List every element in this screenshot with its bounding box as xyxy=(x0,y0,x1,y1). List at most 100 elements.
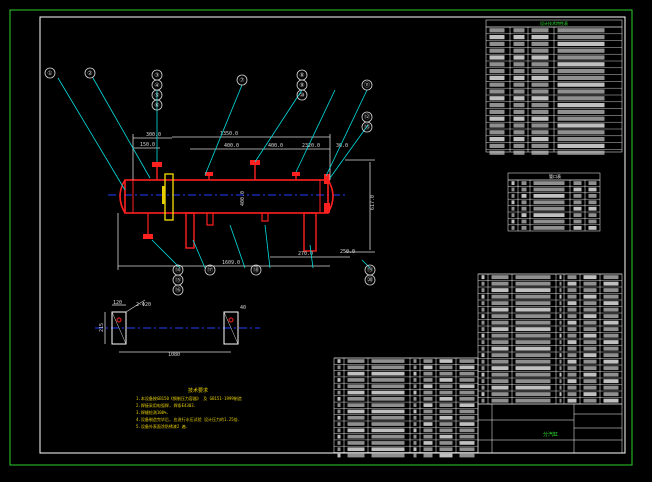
parts-right-row-cell xyxy=(583,275,597,280)
nozzle-table-row-cell xyxy=(533,226,565,230)
design-table-row-cell xyxy=(513,82,525,87)
balloon-1: ① xyxy=(47,70,52,77)
nozzle-table-row-cell xyxy=(521,181,527,185)
top-nozzle-3 xyxy=(250,160,260,165)
parts-right-row-cell xyxy=(515,320,551,325)
parts-left-row-cell xyxy=(423,365,433,370)
parts-right-row-cell xyxy=(583,385,597,390)
design-table-row-cell xyxy=(513,143,525,148)
design-table-row-cell xyxy=(531,35,549,40)
nozzle-table-row-cell xyxy=(573,213,582,217)
parts-left-row-cell xyxy=(459,403,475,407)
parts-left-row-cell xyxy=(413,453,417,458)
dim-1609: 1609.0 xyxy=(222,260,240,266)
nozzle-table-row-cell xyxy=(588,194,597,198)
parts-right-row-cell xyxy=(559,372,562,377)
balloon-10: ⑩ xyxy=(299,92,304,99)
design-table-row-cell xyxy=(557,96,605,101)
parts-right-row-cell xyxy=(491,346,509,351)
nozzle-table-row-cell xyxy=(533,187,565,192)
parts-right-row-cell xyxy=(481,385,485,390)
note-1: 1.本设备按GB150《钢制压力容器》 及 GB151-1999制造 xyxy=(136,395,242,401)
parts-right-row-cell xyxy=(603,294,619,299)
parts-right-row-cell xyxy=(491,392,509,397)
design-table-row-cell xyxy=(557,62,605,67)
parts-left-row-cell xyxy=(439,434,453,439)
design-table-row-cell xyxy=(513,103,525,108)
parts-right-row-cell xyxy=(559,288,562,293)
nozzle-table-row-cell xyxy=(533,219,565,224)
parts-left-row-cell xyxy=(337,384,341,389)
parts-right-row-cell xyxy=(567,385,577,390)
nozzle-table-row-cell xyxy=(521,226,527,230)
parts-right-row-cell xyxy=(567,379,577,384)
balloon-13: ⑬ xyxy=(364,123,370,131)
parts-right-row-cell xyxy=(481,275,485,280)
parts-right-row-cell xyxy=(491,294,509,299)
parts-left-row-cell xyxy=(347,390,365,395)
bottom-pipe-1 xyxy=(185,212,195,249)
parts-left-row-cell xyxy=(371,415,405,420)
parts-left-row-cell xyxy=(423,384,433,389)
balloon-2: ② xyxy=(87,70,92,77)
parts-right-row-cell xyxy=(559,346,562,351)
design-table-row-cell xyxy=(557,109,605,114)
parts-right-row-cell xyxy=(559,301,562,306)
parts-left-row-cell xyxy=(439,409,453,414)
parts-left-row-cell xyxy=(459,434,475,439)
balloon-16: ⑯ xyxy=(175,286,181,294)
design-table-row-cell xyxy=(489,137,505,142)
dim-215: 215 xyxy=(99,323,105,332)
design-table-row-cell xyxy=(557,48,605,53)
parts-left-row-cell xyxy=(337,390,341,395)
parts-right-row-cell xyxy=(481,379,485,384)
parts-left-row-cell xyxy=(347,422,365,426)
parts-left-row-cell xyxy=(439,384,453,389)
title-block xyxy=(477,403,623,454)
parts-right-row-cell xyxy=(603,314,619,319)
parts-left-row-cell xyxy=(423,359,433,363)
parts-left-row-cell xyxy=(413,365,417,370)
notes-heading: 技术要求 xyxy=(188,387,208,394)
balloon-5: ⑤ xyxy=(154,92,159,99)
parts-right-row-cell xyxy=(481,353,485,358)
parts-left-row-cell xyxy=(413,441,417,445)
design-table-row-cell xyxy=(557,116,605,121)
parts-right-row-cell xyxy=(481,366,485,371)
parts-right-row-cell xyxy=(567,314,577,319)
nozzle-table-row-cell xyxy=(588,226,597,230)
parts-right-row-cell xyxy=(567,275,577,280)
parts-right-row-cell xyxy=(515,275,551,280)
design-table-row-cell xyxy=(531,69,549,74)
parts-left-row-cell xyxy=(413,447,417,452)
parts-right-row-cell xyxy=(583,288,597,293)
parts-right-row-cell xyxy=(559,385,562,390)
parts-right-row-cell xyxy=(515,372,551,377)
parts-right-row-cell xyxy=(567,340,577,345)
dim-400-a: 400.0 xyxy=(224,143,239,149)
parts-right-row-cell xyxy=(567,307,577,312)
parts-right-row-cell xyxy=(491,366,509,371)
design-table-row-cell xyxy=(489,123,505,128)
parts-right-row-cell xyxy=(481,372,485,377)
parts-right-row-cell xyxy=(603,333,619,338)
parts-right-row-cell xyxy=(515,340,551,345)
parts-left-row-cell xyxy=(423,441,433,445)
parts-right-row-cell xyxy=(583,379,597,384)
parts-right-row-cell xyxy=(567,327,577,332)
design-table-row-cell xyxy=(531,96,549,101)
dim-150-left: 150.0 xyxy=(140,142,155,148)
design-table-row-cell xyxy=(557,69,605,74)
design-table-row-cell xyxy=(557,28,605,33)
parts-left-row-cell xyxy=(371,441,405,445)
design-table-row-cell xyxy=(489,109,505,114)
parts-left-row-cell xyxy=(423,403,433,407)
parts-right-row-cell xyxy=(603,353,619,358)
dim-2320: 2320.0 xyxy=(302,143,320,149)
parts-right-row-cell xyxy=(583,372,597,377)
parts-right-row-cell xyxy=(583,320,597,325)
parts-right-row-cell xyxy=(583,340,597,345)
parts-left-row-cell xyxy=(439,390,453,395)
parts-right-row-cell xyxy=(491,307,509,312)
design-table-row-cell xyxy=(531,75,549,80)
